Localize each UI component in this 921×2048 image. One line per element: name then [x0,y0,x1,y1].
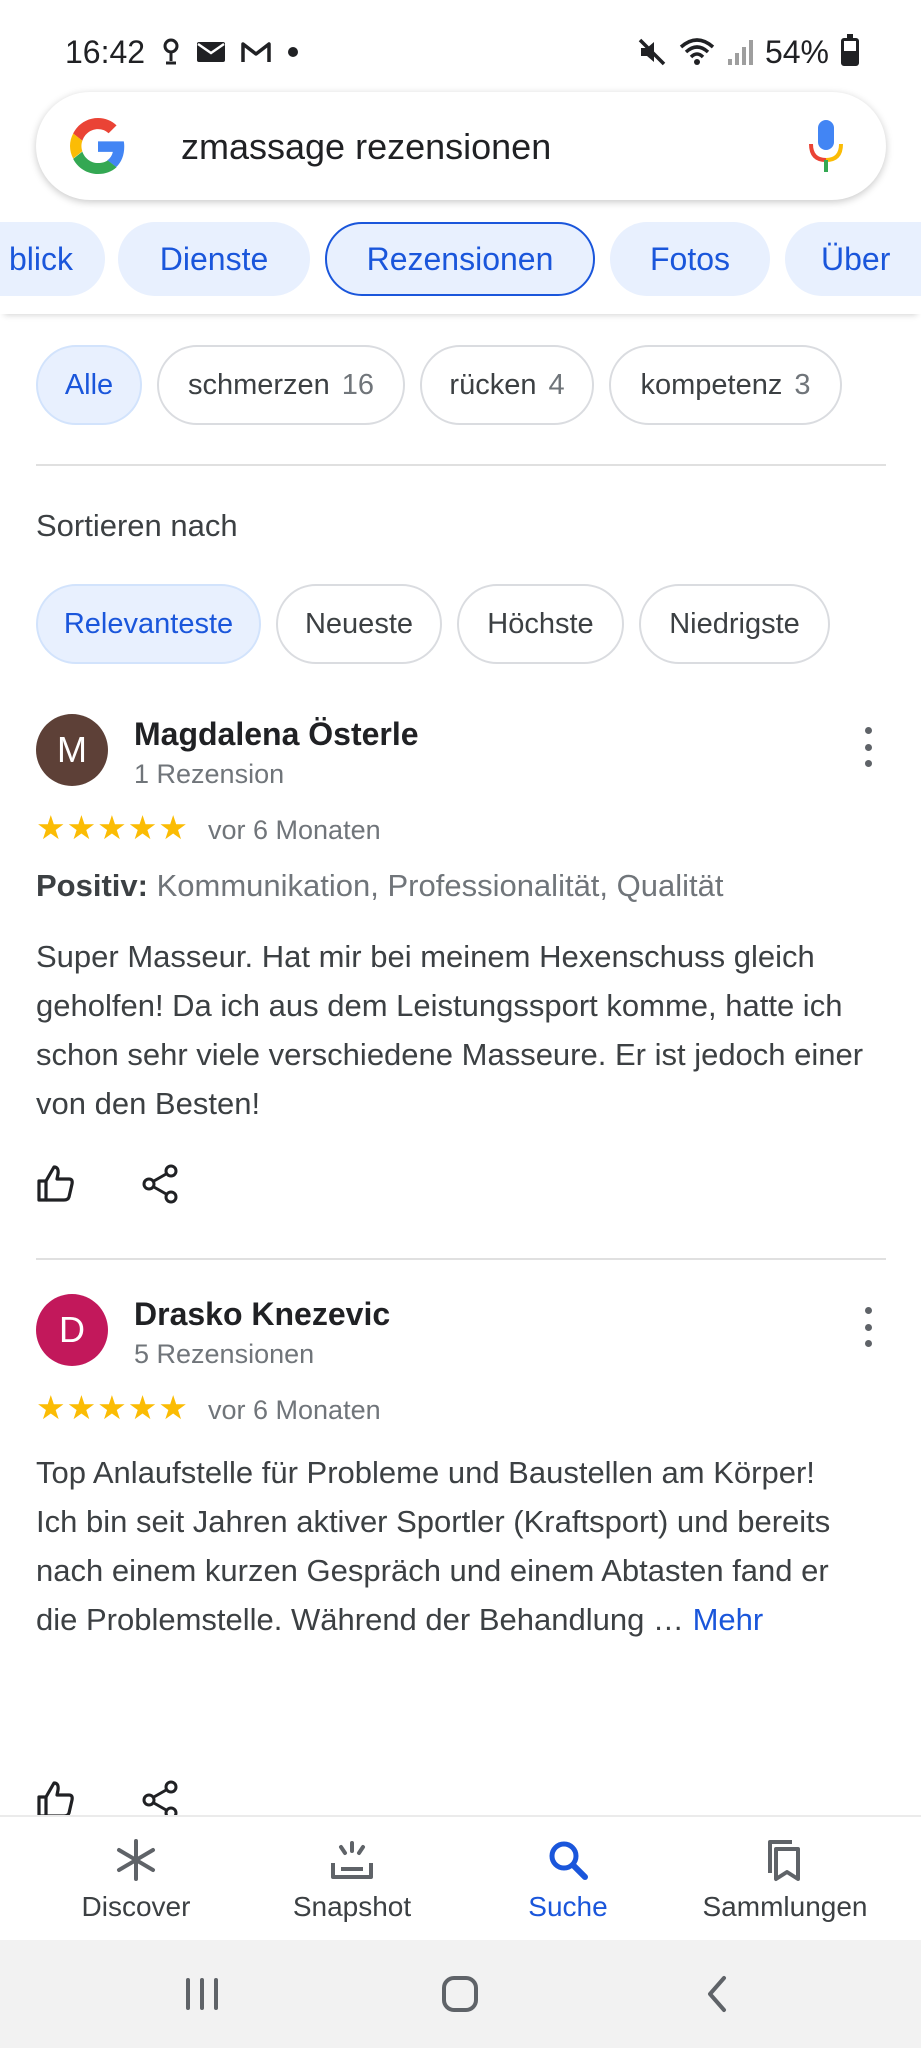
search-icon [549,1841,588,1880]
bottom-navigation: Discover Snapshot Suche Sammlungen [0,1815,921,1940]
mic-icon[interactable] [806,118,846,174]
chip-label: Alle [64,368,114,401]
collections-icon [768,1840,800,1881]
sort-hoechste[interactable]: Höchste [457,584,624,664]
star-rating: ★★★★★ [36,1389,189,1426]
tab-label: Rezensionen [366,240,554,277]
back-icon [708,1976,726,2012]
battery-icon [841,34,859,66]
review-text: Top Anlaufstelle für Probleme und Bauste… [36,1448,866,1644]
filter-chip-kompetenz[interactable]: kompetenz 3 [609,345,842,425]
chip-label: Niedrigste [669,607,800,640]
dot-icon [288,47,298,57]
nav-label: Snapshot [292,1891,412,1922]
recent-apps-button[interactable] [172,1966,232,2022]
location-icon [163,38,179,65]
mute-icon [638,38,666,66]
filter-chip-ruecken[interactable]: rücken 4 [420,345,594,425]
status-time: 16:42 [65,34,146,70]
review-positive: Positiv: Kommunikation, Professionalität… [36,868,723,904]
tab-label: Fotos [649,240,731,277]
snapshot-icon [331,1841,373,1879]
mail-icon [197,42,225,62]
nav-discover[interactable]: Discover [36,1817,236,1942]
recent-apps-icon [186,1978,218,2010]
tab-label: Dienste [159,240,269,277]
tab-rezensionen[interactable]: Rezensionen [325,222,595,296]
avatar-initial: M [57,729,87,770]
nav-label: Discover [81,1891,191,1922]
back-button[interactable] [688,1966,748,2022]
reviewer-review-count: 5 Rezensionen [134,1339,315,1369]
positive-text: Kommunikation, Professionalität, Qualitä… [156,868,724,903]
chip-label: Höchste [487,607,594,640]
review-text-paragraph: Top Anlaufstelle für Probleme und Bauste… [36,1455,815,1490]
review-text: Super Masseur. Hat mir bei meinem Hexens… [36,939,864,1121]
chip-label: kompetenz [640,368,783,401]
avatar[interactable]: D [36,1294,108,1366]
more-options-icon[interactable] [862,727,874,767]
thumbs-up-icon[interactable] [36,1780,76,1820]
tab-label: Über [821,240,891,277]
review-time: vor 6 Monaten [208,815,381,845]
chip-count: 4 [548,368,565,401]
nav-suche[interactable]: Suche [468,1817,668,1942]
chip-label: Relevanteste [63,607,234,640]
battery-percent: 54% [764,33,829,70]
star-rating: ★★★★★ [36,809,189,846]
search-query[interactable]: zmassage rezensionen [181,126,551,168]
place-tabs: blick Dienste Rezensionen Fotos Über [0,218,921,314]
avatar-initial: D [59,1309,85,1350]
chip-label: rücken [449,368,537,401]
review-text-paragraph: Ich bin seit Jahren aktiver Sportler (Kr… [36,1497,866,1644]
more-options-icon[interactable] [862,1307,874,1347]
thumbs-up-icon[interactable] [36,1164,76,1204]
divider [36,1258,886,1260]
nav-sammlungen[interactable]: Sammlungen [685,1817,885,1942]
chip-count: 16 [341,368,375,401]
avatar[interactable]: M [36,714,108,786]
nav-snapshot[interactable]: Snapshot [252,1817,452,1942]
tab-ueber[interactable]: Über [785,222,921,296]
gmail-icon [241,42,271,62]
reviewer-name[interactable]: Drasko Knezevic [134,1296,390,1333]
review-time: vor 6 Monaten [208,1395,381,1425]
divider [36,464,886,466]
asterisk-icon [117,1839,155,1881]
tab-overview[interactable]: blick [0,222,105,296]
home-icon [442,1976,478,2012]
sort-label: Sortieren nach [36,508,238,543]
tab-dienste[interactable]: Dienste [118,222,310,296]
sort-niedrigste[interactable]: Niedrigste [639,584,830,664]
filter-chip-alle[interactable]: Alle [36,345,142,425]
wifi-icon [679,38,715,65]
chip-label: Neueste [304,607,413,640]
search-bar[interactable]: zmassage rezensionen [36,92,886,200]
system-icons: 54% [637,34,859,70]
status-bar: 16:42 54% [0,0,921,100]
nav-label: Sammlungen [702,1891,868,1922]
reviewer-review-count: 1 Rezension [134,759,285,789]
chip-count: 3 [794,368,811,401]
sort-neueste[interactable]: Neueste [276,584,442,664]
nav-label: Suche [528,1891,608,1922]
chip-label: schmerzen [187,368,330,401]
positive-label: Positiv: [36,868,148,903]
tab-label: blick [8,240,73,277]
sort-relevanteste[interactable]: Relevanteste [36,584,261,664]
system-navigation-bar [0,1940,921,2048]
share-icon[interactable] [140,1164,180,1204]
google-logo [70,118,125,174]
more-link[interactable]: Mehr [693,1602,764,1637]
signal-icon [727,40,753,65]
home-button[interactable] [430,1966,490,2022]
reviewer-name[interactable]: Magdalena Österle [134,716,419,753]
tab-fotos[interactable]: Fotos [610,222,770,296]
notification-icons [160,34,300,70]
share-icon[interactable] [140,1780,180,1820]
filter-chip-schmerzen[interactable]: schmerzen 16 [157,345,405,425]
